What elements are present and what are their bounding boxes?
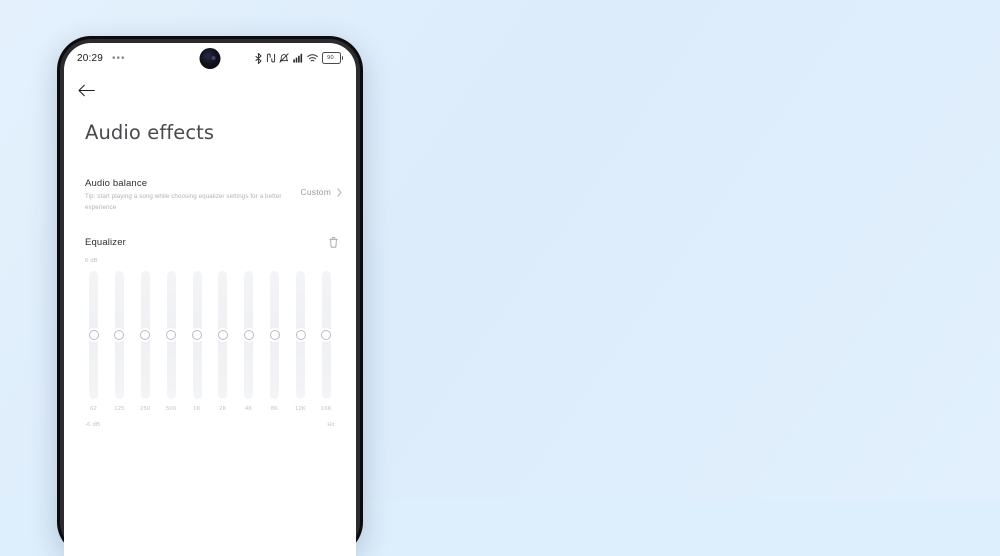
status-bar-overflow-dots: ••• <box>112 52 126 64</box>
equalizer-band-frequency-label: 250 <box>140 405 151 412</box>
equalizer-band-thumb[interactable] <box>295 329 306 340</box>
equalizer-band-thumb[interactable] <box>140 329 151 340</box>
equalizer-title: Equalizer <box>85 237 126 249</box>
equalizer-band-track[interactable] <box>114 270 125 399</box>
equalizer-band[interactable]: 125 <box>111 270 128 412</box>
equalizer-band[interactable]: 500 <box>163 270 180 412</box>
equalizer-band-thumb[interactable] <box>114 329 125 340</box>
equalizer-band[interactable]: 4K <box>240 270 257 412</box>
equalizer-band[interactable]: 1K <box>189 270 206 412</box>
equalizer-band-frequency-label: 1K <box>193 405 201 412</box>
status-bar: 20:29 ••• 90 <box>64 43 356 73</box>
equalizer-band[interactable]: 250 <box>137 270 154 412</box>
equalizer-band-track[interactable] <box>88 270 99 399</box>
equalizer-band[interactable]: 12K <box>292 270 309 412</box>
equalizer-band-frequency-label: 8K <box>270 405 279 412</box>
equalizer-band[interactable]: 62 <box>85 270 102 412</box>
equalizer-reset-button[interactable] <box>324 234 342 252</box>
equalizer-band-track[interactable] <box>243 270 254 399</box>
cellular-signal-icon <box>292 53 302 63</box>
equalizer-frequency-unit-label: Hz <box>327 421 335 428</box>
equalizer-band-frequency-label: 4K <box>245 405 253 412</box>
equalizer-band[interactable]: 16K <box>318 270 335 412</box>
equalizer-band-thumb[interactable] <box>269 329 280 340</box>
equalizer-band-thumb[interactable] <box>88 329 99 340</box>
status-bar-icons: 90 <box>255 52 343 64</box>
equalizer-band-frequency-label: 125 <box>114 405 125 412</box>
equalizer-band-frequency-label: 500 <box>165 405 177 412</box>
bluetooth-icon <box>255 52 262 64</box>
audio-balance-tip: Tip: start playing a song while choosing… <box>85 193 282 211</box>
equalizer-band-frequency-label: 16K <box>320 405 332 412</box>
equalizer-band-thumb[interactable] <box>166 329 177 340</box>
battery-level-text: 90 <box>327 55 335 61</box>
navigation-bar <box>64 73 356 107</box>
equalizer-band-track[interactable] <box>166 270 177 399</box>
audio-balance-value-group[interactable]: Custom <box>301 178 343 197</box>
page-title: Audio effects <box>85 121 215 144</box>
camera-lens-glint <box>211 56 216 61</box>
equalizer-band-thumb[interactable] <box>243 329 254 340</box>
equalizer-band-track[interactable] <box>192 270 202 399</box>
equalizer-min-gain-label: -6 dB <box>85 421 101 428</box>
equalizer-band-track[interactable] <box>140 270 151 399</box>
audio-balance-value: Custom <box>300 187 331 197</box>
nfc-icon <box>266 53 275 63</box>
audio-balance-texts: Audio balance Tip: start playing a song … <box>85 178 301 214</box>
equalizer-band-sliders: 62 125 250 500 1K 2K 4K 8K 12K 16K <box>64 264 356 412</box>
equalizer-max-gain-label: 6 dB <box>85 257 98 264</box>
front-camera-punch-hole <box>199 48 221 69</box>
phone-device-frame: 20:29 ••• 90 Audio effects Audio balance… <box>57 36 363 556</box>
status-bar-clock: 20:29 <box>77 52 104 64</box>
equalizer-band[interactable]: 2K <box>214 270 231 412</box>
equalizer-band-thumb[interactable] <box>192 329 202 340</box>
battery-terminal <box>341 56 343 60</box>
audio-balance-title: Audio balance <box>85 178 148 189</box>
equalizer-header: Equalizer <box>64 214 356 252</box>
equalizer-band[interactable]: 8K <box>266 270 283 412</box>
equalizer-band-thumb[interactable] <box>321 329 332 340</box>
equalizer-band-frequency-label: 62 <box>90 405 97 412</box>
equalizer-band-track[interactable] <box>217 270 228 399</box>
audio-balance-setting[interactable]: Audio balance Tip: start playing a song … <box>64 144 356 214</box>
phone-screen: 20:29 ••• 90 Audio effects Audio balance… <box>64 43 356 556</box>
silent-mode-icon <box>279 53 289 63</box>
back-arrow-icon[interactable] <box>78 84 95 97</box>
audio-effects-page: Audio effects Audio balance Tip: start p… <box>64 73 356 428</box>
equalizer-band-track[interactable] <box>269 270 280 399</box>
equalizer-band-track[interactable] <box>295 270 306 399</box>
equalizer-band-thumb[interactable] <box>217 329 228 340</box>
equalizer-band-frequency-label: 2K <box>219 405 227 412</box>
battery-body: 90 <box>321 52 341 64</box>
battery-icon: 90 <box>321 52 343 64</box>
trash-icon <box>328 237 338 248</box>
equalizer-band-track[interactable] <box>321 270 332 399</box>
wifi-icon <box>307 53 318 61</box>
chevron-right-icon <box>337 187 342 197</box>
equalizer-footer: -6 dB Hz <box>64 412 356 428</box>
equalizer-band-frequency-label: 12K <box>295 405 306 412</box>
